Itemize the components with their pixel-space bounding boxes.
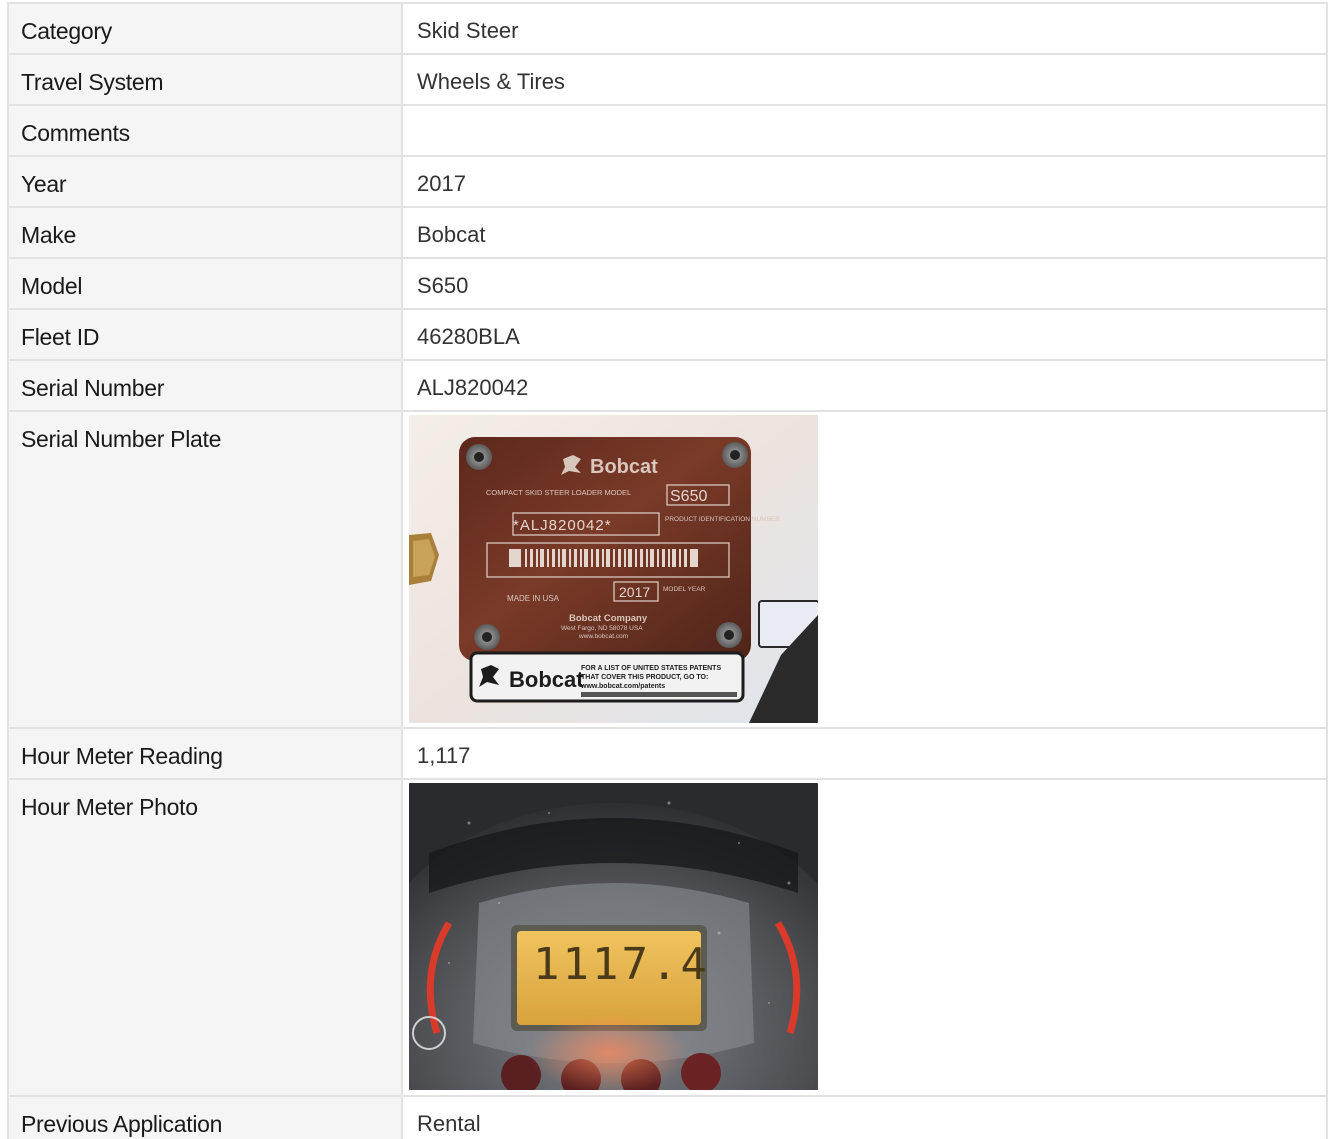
sticker-brand-text: Bobcat: [509, 667, 584, 692]
hour-meter-photo[interactable]: 1117.4: [409, 783, 818, 1090]
field-value: S650: [403, 259, 1326, 308]
field-value: Bobcat: [403, 208, 1326, 257]
plate-model-caption: COMPACT SKID STEER LOADER MODEL: [486, 488, 631, 497]
field-label: Serial Number: [9, 361, 403, 410]
field-label: Year: [9, 157, 403, 206]
sticker-patent-text-1: FOR A LIST OF UNITED STATES PATENTS: [581, 665, 721, 672]
plate-year-text: 2017: [619, 584, 650, 600]
plate-address-text: West Fargo, ND 58078 USA: [561, 625, 643, 632]
field-label: Previous Application: [9, 1097, 403, 1139]
field-label: Hour Meter Photo: [9, 780, 403, 1095]
plate-made-in-text: MADE IN USA: [507, 594, 560, 603]
row-hour-meter-photo: Hour Meter Photo 1117.4: [9, 780, 1326, 1097]
field-value: 1,117: [403, 729, 1326, 778]
field-value: Skid Steer: [403, 4, 1326, 53]
field-label: Category: [9, 4, 403, 53]
plate-year-caption: MODEL YEAR: [663, 586, 706, 593]
row-travel-system: Travel System Wheels & Tires: [9, 55, 1326, 106]
field-label: Hour Meter Reading: [9, 729, 403, 778]
row-year: Year 2017: [9, 157, 1326, 208]
row-fleet-id: Fleet ID 46280BLA: [9, 310, 1326, 361]
field-value: Rental: [403, 1097, 1326, 1139]
row-hour-meter-reading: Hour Meter Reading 1,117: [9, 729, 1326, 780]
field-value: ALJ820042: [403, 361, 1326, 410]
sticker-patent-url: www.bobcat.com/patents: [580, 683, 665, 690]
sticker-patent-text-2: THAT COVER THIS PRODUCT, GO TO:: [581, 674, 708, 681]
field-label: Comments: [9, 106, 403, 155]
field-label: Travel System: [9, 55, 403, 104]
field-label: Make: [9, 208, 403, 257]
field-label: Serial Number Plate: [9, 412, 403, 727]
row-comments: Comments: [9, 106, 1326, 157]
field-value: 46280BLA: [403, 310, 1326, 359]
hour-meter-display-text: 1117.4: [533, 939, 710, 990]
plate-model-text: S650: [670, 488, 707, 505]
field-value: Wheels & Tires: [403, 55, 1326, 104]
row-previous-application: Previous Application Rental: [9, 1097, 1326, 1139]
field-label: Model: [9, 259, 403, 308]
plate-company-text: Bobcat Company: [569, 613, 648, 624]
plate-pin-caption: PRODUCT IDENTIFICATION NUMBER: [665, 516, 780, 523]
field-label: Fleet ID: [9, 310, 403, 359]
field-value: 2017: [403, 157, 1326, 206]
row-serial-number: Serial Number ALJ820042: [9, 361, 1326, 412]
row-serial-number-plate: Serial Number Plate Bobcat COMPACT SKID …: [9, 412, 1326, 729]
row-make: Make Bobcat: [9, 208, 1326, 259]
serial-number-plate-photo[interactable]: Bobcat COMPACT SKID STEER LOADER MODEL S…: [409, 415, 818, 723]
plate-brand-text: Bobcat: [590, 456, 658, 478]
equipment-details-table: Category Skid Steer Travel System Wheels…: [7, 2, 1328, 1139]
plate-web-text: www.bobcat.com: [578, 633, 628, 640]
row-model: Model S650: [9, 259, 1326, 310]
field-value: [403, 106, 1326, 155]
plate-pin-text: *ALJ820042*: [513, 517, 612, 534]
row-category: Category Skid Steer: [9, 4, 1326, 55]
